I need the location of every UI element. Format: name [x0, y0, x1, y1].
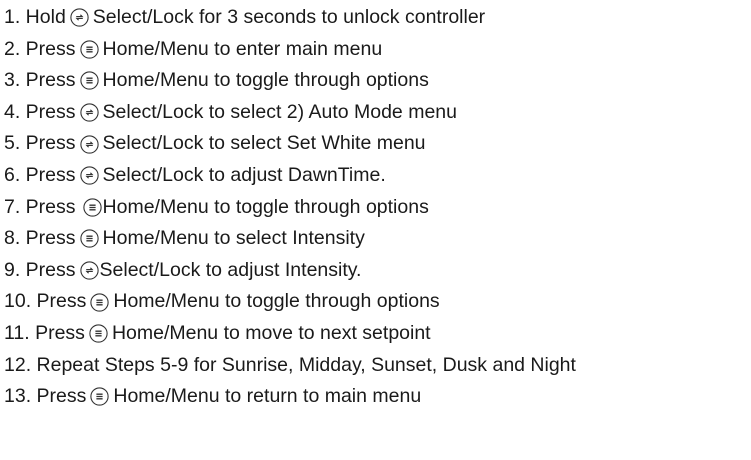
step-text: Home/Menu to toggle through options [102, 69, 429, 92]
select-lock-icon [79, 261, 99, 280]
step-text: Home/Menu to toggle through options [113, 290, 440, 313]
home-menu-icon [82, 198, 102, 217]
home-menu-icon [79, 40, 99, 59]
select-lock-icon [70, 8, 89, 27]
step-text: Select/Lock to adjust DawnTime. [102, 163, 386, 186]
step-prefix: 11. Press [4, 321, 85, 344]
select-lock-icon [79, 166, 99, 185]
step-text: Home/Menu to select Intensity [102, 227, 365, 250]
step-prefix: 2. Press [4, 37, 76, 60]
select-lock-icon [79, 135, 99, 154]
step-7: 7. Press Home/Menu to toggle through opt… [4, 192, 751, 224]
step-9: 9. Press Select/Lock to adjust Intensity… [4, 255, 751, 287]
home-menu-icon [79, 229, 99, 249]
step-text: Select/Lock to adjust Intensity. [99, 258, 362, 281]
home-menu-icon [90, 387, 110, 407]
step-prefix: 8. Press [4, 227, 76, 250]
step-text: Home/Menu to move to next setpoint [111, 321, 431, 344]
step-13: 13. Press Home/Menu to return to main me… [4, 381, 751, 413]
step-prefix: 13. Press [4, 385, 87, 408]
step-5: 5. Press Select/Lock to select Set White… [4, 128, 751, 160]
step-11: 11. Press Home/Menu to move to next setp… [4, 318, 751, 350]
step-text: Home/Menu to enter main menu [102, 37, 383, 60]
step-text: Select/Lock to select Set White menu [102, 132, 426, 155]
step-prefix: 1. Hold [4, 6, 66, 28]
home-menu-icon [89, 324, 108, 343]
step-text: Select/Lock for 3 seconds to unlock cont… [92, 6, 486, 28]
step-2: 2. Press Home/Menu to enter main menu [4, 34, 751, 66]
step-8: 8. Press Home/Menu to select Intensity [4, 223, 751, 255]
step-prefix: 7. Press [4, 195, 76, 218]
instruction-list: 1. Hold Select/Lock for 3 seconds to unl… [0, 0, 751, 460]
step-prefix: 10. Press [4, 290, 87, 313]
step-text: Home/Menu to toggle through options [102, 195, 429, 218]
home-menu-icon [90, 292, 110, 312]
step-3: 3. Press Home/Menu to toggle through opt… [4, 65, 751, 97]
select-lock-icon [79, 103, 99, 122]
step-prefix: 4. Press [4, 100, 76, 123]
step-1: 1. Hold Select/Lock for 3 seconds to unl… [4, 2, 751, 34]
step-12: 12. Repeat Steps 5-9 for Sunrise, Midday… [4, 350, 751, 382]
step-6: 6. Press Select/Lock to adjust DawnTime. [4, 160, 751, 192]
step-prefix: 3. Press [4, 69, 76, 92]
step-text: Select/Lock to select 2) Auto Mode menu [102, 100, 457, 123]
step-10: 10. Press Home/Menu to toggle through op… [4, 286, 751, 318]
home-menu-icon [79, 71, 99, 91]
step-prefix: 9. Press [4, 258, 76, 281]
step-4: 4. Press Select/Lock to select 2) Auto M… [4, 97, 751, 129]
step-prefix: 5. Press [4, 132, 76, 155]
step-prefix: 12. Repeat Steps 5-9 for Sunrise, Midday… [4, 353, 576, 376]
step-prefix: 6. Press [4, 163, 76, 186]
step-text: Home/Menu to return to main menu [113, 385, 422, 408]
